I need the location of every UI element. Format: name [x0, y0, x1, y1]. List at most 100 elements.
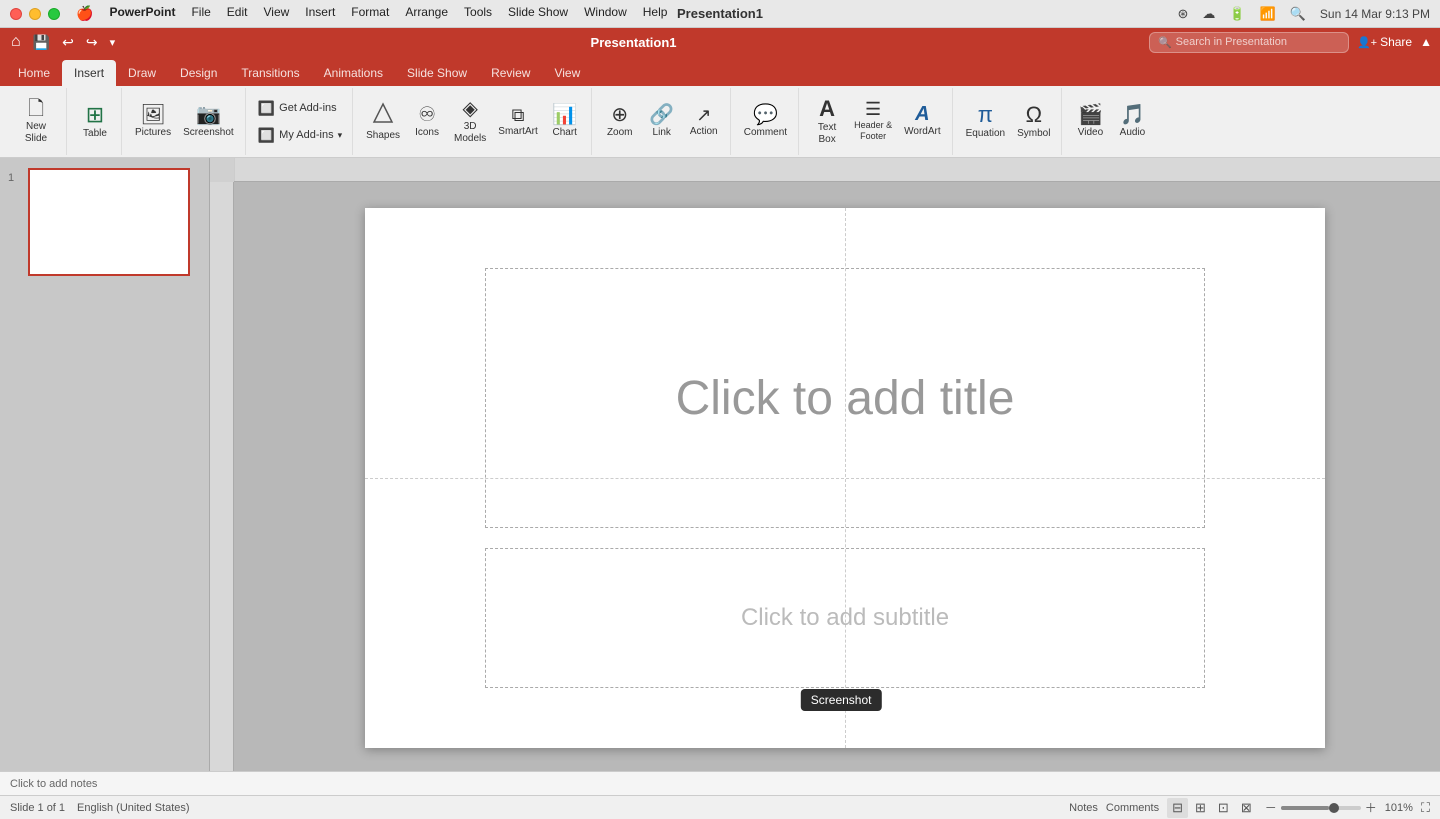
app-name[interactable]: PowerPoint — [109, 5, 175, 22]
siri-icon[interactable]: ⊛ — [1177, 6, 1188, 22]
audio-icon: 🎵 — [1120, 105, 1145, 125]
view-buttons: ⊟ ⊞ ⊡ ⊠ — [1167, 798, 1257, 818]
help-menu[interactable]: Help — [643, 5, 668, 22]
arrange-menu[interactable]: Arrange — [405, 5, 448, 22]
tab-transitions[interactable]: Transitions — [229, 60, 311, 86]
notes-bar[interactable]: Click to add notes — [0, 771, 1440, 795]
comments-toggle[interactable]: Comments — [1106, 802, 1159, 814]
shapes-icon — [372, 102, 394, 128]
minimize-button[interactable] — [29, 8, 41, 20]
link-button[interactable]: 🔗 Link — [642, 96, 682, 148]
comment-button[interactable]: 💬 Comment — [739, 96, 792, 148]
title-bar-left: 🍎 PowerPoint File Edit View Insert Forma… — [10, 5, 667, 22]
customize-qa-button[interactable]: ▾ — [107, 34, 119, 51]
tab-insert[interactable]: Insert — [62, 60, 116, 86]
tools-menu[interactable]: Tools — [464, 5, 492, 22]
toolbar-group-links: ⊕ Zoom 🔗 Link ↗ Action — [594, 88, 731, 155]
wordart-button[interactable]: A WordArt — [899, 95, 946, 147]
close-button[interactable] — [10, 8, 22, 20]
slide-thumb-container: 1 — [8, 168, 201, 276]
tab-home[interactable]: Home — [6, 60, 62, 86]
zoom-out-button[interactable]: － — [1265, 799, 1277, 816]
icons-button[interactable]: ♾ Icons — [407, 96, 447, 148]
slide-subtitle-box[interactable]: Click to add subtitle — [485, 548, 1205, 688]
new-slide-button[interactable]: 🗋 NewSlide — [12, 96, 60, 148]
my-addins-button[interactable]: 🔲 My Add-ins ▾ — [254, 123, 346, 147]
slide-subtitle-placeholder: Click to add subtitle — [741, 604, 949, 632]
zoom-slider[interactable]: － ＋ — [1265, 799, 1377, 816]
slide-number: 1 — [8, 168, 22, 184]
title-bar: 🍎 PowerPoint File Edit View Insert Forma… — [0, 0, 1440, 28]
ribbon-toolbar: 🗋 NewSlide ⊞ Table 🖼 Pictures 📷 Screensh… — [0, 86, 1440, 158]
file-menu[interactable]: File — [191, 5, 210, 22]
screenshot-button[interactable]: 📷 Screenshot — [178, 96, 239, 148]
share-button[interactable]: 👤+ Share — [1357, 35, 1412, 49]
slide-canvas[interactable]: Click to add title Click to add subtitle — [365, 208, 1325, 748]
slide-thumbnail[interactable] — [28, 168, 190, 276]
window-menu[interactable]: Window — [584, 5, 627, 22]
audio-button[interactable]: 🎵 Audio — [1112, 96, 1152, 148]
textbox-button[interactable]: A TextBox — [807, 95, 847, 149]
slides-panel: 1 — [0, 158, 210, 771]
presenter-view-button[interactable]: ⊠ — [1236, 798, 1257, 818]
cloud-icon[interactable]: ☁ — [1202, 6, 1215, 22]
tab-review[interactable]: Review — [479, 60, 542, 86]
pictures-button[interactable]: 🖼 Pictures — [130, 96, 176, 148]
symbol-button[interactable]: Ω Symbol — [1012, 96, 1055, 148]
smartart-button[interactable]: ⧉ SmartArt — [493, 96, 542, 148]
tab-animations[interactable]: Animations — [312, 60, 395, 86]
edit-menu[interactable]: Edit — [227, 5, 248, 22]
zoom-thumb[interactable] — [1329, 803, 1339, 813]
3dmodels-button[interactable]: ◈ 3DModels — [449, 96, 491, 148]
get-addins-button[interactable]: 🔲 Get Add-ins — [254, 96, 341, 120]
chart-icon: 📊 — [552, 105, 577, 125]
collapse-ribbon-button[interactable]: ▲ — [1420, 35, 1432, 49]
wordart-icon: A — [915, 104, 929, 124]
tab-design[interactable]: Design — [168, 60, 229, 86]
video-icon: 🎬 — [1078, 105, 1103, 125]
textbox-icon: A — [819, 98, 835, 120]
canvas-area: Click to add title Click to add subtitle… — [210, 158, 1440, 771]
main-area: 1 Click to add title Click to add subtit… — [0, 158, 1440, 771]
zoom-level[interactable]: 101% — [1385, 802, 1413, 814]
header-footer-button[interactable]: ☰ Header &Footer — [849, 95, 897, 147]
tab-draw[interactable]: Draw — [116, 60, 168, 86]
my-addins-icon: 🔲 — [258, 127, 275, 144]
zoom-button[interactable]: ⊕ Zoom — [600, 96, 640, 148]
toolbar-group-slides: 🗋 NewSlide — [6, 88, 67, 155]
slideshow-menu[interactable]: Slide Show — [508, 5, 568, 22]
toolbar-group-media: 🎬 Video 🎵 Audio — [1064, 88, 1158, 155]
fit-slide-button[interactable]: ⛶ — [1421, 800, 1430, 816]
chart-button[interactable]: 📊 Chart — [545, 96, 585, 148]
tab-view[interactable]: View — [542, 60, 592, 86]
undo-button[interactable]: ↩ — [59, 32, 77, 53]
slide-sorter-button[interactable]: ⊞ — [1190, 798, 1211, 818]
apple-menu[interactable]: 🍎 — [76, 5, 93, 22]
screenshot-tooltip: Screenshot — [801, 689, 882, 711]
home-icon[interactable]: ⌂ — [8, 31, 24, 53]
slide-info: Slide 1 of 1 — [10, 802, 65, 814]
zoom-track[interactable] — [1281, 806, 1361, 810]
action-button[interactable]: ↗ Action — [684, 96, 724, 148]
tab-slideshow[interactable]: Slide Show — [395, 60, 479, 86]
pictures-icon: 🖼 — [140, 105, 165, 125]
ruler-vertical — [210, 182, 234, 771]
equation-button[interactable]: π Equation — [961, 96, 1010, 148]
table-button[interactable]: ⊞ Table — [75, 96, 115, 148]
normal-view-button[interactable]: ⊟ — [1167, 798, 1188, 818]
insert-menu[interactable]: Insert — [305, 5, 335, 22]
ruler-corner — [210, 158, 234, 182]
reading-view-button[interactable]: ⊡ — [1213, 798, 1234, 818]
slide-title-box[interactable]: Click to add title — [485, 268, 1205, 528]
video-button[interactable]: 🎬 Video — [1070, 96, 1110, 148]
view-menu[interactable]: View — [263, 5, 289, 22]
search-icon[interactable]: 🔍 — [1290, 6, 1306, 22]
format-menu[interactable]: Format — [351, 5, 389, 22]
redo-button[interactable]: ↪ — [83, 32, 101, 53]
shapes-button[interactable]: Shapes — [361, 96, 405, 148]
zoom-in-button[interactable]: ＋ — [1365, 799, 1377, 816]
save-button[interactable]: 💾 — [30, 32, 53, 53]
search-box[interactable]: 🔍 Search in Presentation — [1149, 32, 1349, 53]
maximize-button[interactable] — [48, 8, 60, 20]
notes-toggle[interactable]: Notes — [1069, 802, 1098, 814]
